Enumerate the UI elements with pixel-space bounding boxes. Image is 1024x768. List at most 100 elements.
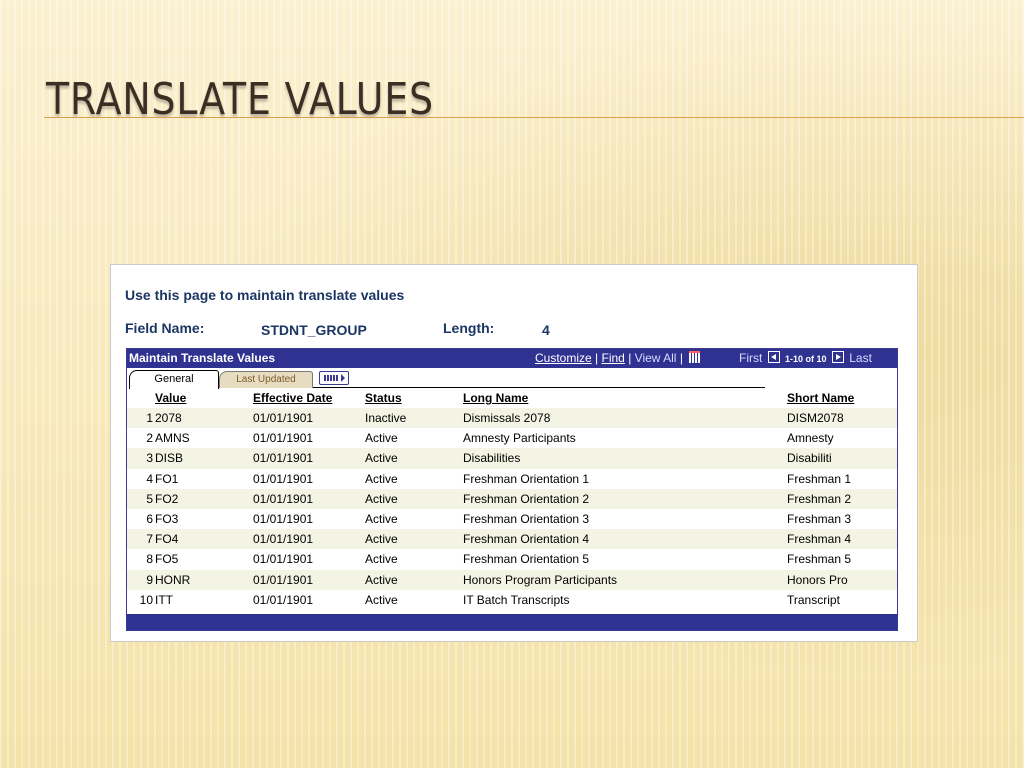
effective-date-cell: 01/01/1901 (253, 508, 365, 530)
long-name-cell: Freshman Orientation 5 (463, 549, 787, 570)
table-row: 2 AMNS 01/01/1901 Active Amnesty Partici… (127, 428, 897, 449)
table-row: 8 FO5 01/01/1901 Active Freshman Orienta… (127, 549, 897, 570)
translate-values-table: Value Effective Date Status Long Name Sh… (127, 388, 897, 610)
table-row: 5 FO2 01/01/1901 Active Freshman Orienta… (127, 488, 897, 509)
table-row: 10 ITT 01/01/1901 Active IT Batch Transc… (127, 589, 897, 610)
length-label: Length: (443, 320, 495, 336)
view-all-link[interactable]: View All (635, 351, 677, 365)
status-column-header[interactable]: Status (365, 388, 463, 408)
effective-date-cell: 01/01/1901 (253, 468, 365, 489)
table-row: 9 HONR 01/01/1901 Active Honors Program … (127, 569, 897, 590)
arrow-right-icon[interactable] (831, 351, 844, 363)
row-number: 4 (127, 468, 155, 489)
short-name-cell: Freshman 1 (787, 468, 897, 489)
grid-title: Maintain Translate Values (129, 351, 276, 365)
row-number: 2 (127, 428, 155, 449)
pager-range: 1-10 of 10 (785, 354, 827, 364)
short-name-cell: Freshman 3 (787, 508, 897, 530)
arrow-left-icon[interactable] (767, 351, 780, 363)
long-name-cell: Dismissals 2078 (463, 408, 787, 429)
grid-links: Customize | Find | View All | (535, 351, 701, 365)
long-name-cell: Freshman Orientation 3 (463, 508, 787, 530)
value-cell: AMNS (155, 428, 253, 449)
status-cell: Active (365, 569, 463, 590)
long-name-cell: Freshman Orientation 4 (463, 529, 787, 550)
long-name-cell: Disabilities (463, 448, 787, 469)
long-name-cell: Freshman Orientation 2 (463, 488, 787, 509)
value-cell: FO3 (155, 508, 253, 530)
row-number: 9 (127, 569, 155, 590)
long-name-cell: IT Batch Transcripts (463, 589, 787, 610)
link-separator: | (679, 351, 683, 365)
table-row: 7 FO4 01/01/1901 Active Freshman Orienta… (127, 529, 897, 550)
value-cell: FO2 (155, 488, 253, 509)
field-name-value: STDNT_GROUP (261, 322, 367, 338)
translate-values-screenshot: Use this page to maintain translate valu… (110, 264, 918, 642)
pager: First 1-10 of 10 Last (739, 351, 872, 365)
translate-values-grid: Maintain Translate Values Customize | Fi… (126, 348, 898, 631)
status-cell: Active (365, 428, 463, 449)
row-number: 1 (127, 408, 155, 429)
short-name-cell: DISM2078 (787, 408, 897, 429)
field-name-label: Field Name: (125, 320, 205, 336)
status-cell: Active (365, 589, 463, 610)
effective-date-cell: 01/01/1901 (253, 488, 365, 509)
row-number: 5 (127, 488, 155, 509)
long-name-cell: Freshman Orientation 1 (463, 468, 787, 489)
effective-date-column-header[interactable]: Effective Date (253, 388, 365, 408)
link-separator: | (595, 351, 599, 365)
row-number: 7 (127, 529, 155, 550)
short-name-cell: Disabiliti (787, 448, 897, 469)
status-cell: Active (365, 529, 463, 550)
value-cell: FO4 (155, 529, 253, 550)
page-instruction: Use this page to maintain translate valu… (125, 287, 405, 303)
table-header-row: Value Effective Date Status Long Name Sh… (127, 388, 897, 408)
title-rule (44, 117, 1024, 118)
effective-date-cell: 01/01/1901 (253, 569, 365, 590)
tab-last-updated[interactable]: Last Updated (219, 371, 313, 388)
value-column-header[interactable]: Value (155, 388, 253, 408)
table-row: 6 FO3 01/01/1901 Active Freshman Orienta… (127, 508, 897, 530)
status-cell: Active (365, 508, 463, 530)
value-cell: 2078 (155, 408, 253, 429)
value-cell: ITT (155, 589, 253, 610)
value-cell: FO5 (155, 549, 253, 570)
status-cell: Active (365, 448, 463, 469)
short-name-cell: Freshman 5 (787, 549, 897, 570)
value-cell: FO1 (155, 468, 253, 489)
status-cell: Inactive (365, 408, 463, 429)
effective-date-cell: 01/01/1901 (253, 589, 365, 610)
value-cell: DISB (155, 448, 253, 469)
grid-header: Maintain Translate Values Customize | Fi… (127, 349, 897, 368)
row-number: 6 (127, 508, 155, 530)
find-link[interactable]: Find (602, 351, 625, 365)
long-name-cell: Honors Program Participants (463, 569, 787, 590)
show-all-columns-icon[interactable] (319, 371, 349, 385)
status-cell: Active (365, 468, 463, 489)
pager-last-label: Last (849, 351, 872, 365)
short-name-column-header[interactable]: Short Name (787, 388, 897, 408)
length-value: 4 (542, 322, 550, 338)
grid-icon[interactable] (689, 351, 701, 363)
row-number-header (127, 388, 155, 408)
customize-link[interactable]: Customize (535, 351, 592, 365)
status-cell: Active (365, 549, 463, 570)
short-name-cell: Freshman 4 (787, 529, 897, 550)
effective-date-cell: 01/01/1901 (253, 448, 365, 469)
link-separator: | (628, 351, 632, 365)
effective-date-cell: 01/01/1901 (253, 408, 365, 429)
long-name-cell: Amnesty Participants (463, 428, 787, 449)
grid-footer (127, 614, 897, 630)
short-name-cell: Freshman 2 (787, 488, 897, 509)
short-name-cell: Transcript (787, 589, 897, 610)
table-row: 4 FO1 01/01/1901 Active Freshman Orienta… (127, 468, 897, 489)
effective-date-cell: 01/01/1901 (253, 428, 365, 449)
long-name-column-header[interactable]: Long Name (463, 388, 787, 408)
table-row: 1 2078 01/01/1901 Inactive Dismissals 20… (127, 408, 897, 429)
status-cell: Active (365, 488, 463, 509)
row-number: 3 (127, 448, 155, 469)
pager-first-label: First (739, 351, 763, 365)
effective-date-cell: 01/01/1901 (253, 549, 365, 570)
row-number: 8 (127, 549, 155, 570)
tab-general[interactable]: General (129, 370, 219, 389)
